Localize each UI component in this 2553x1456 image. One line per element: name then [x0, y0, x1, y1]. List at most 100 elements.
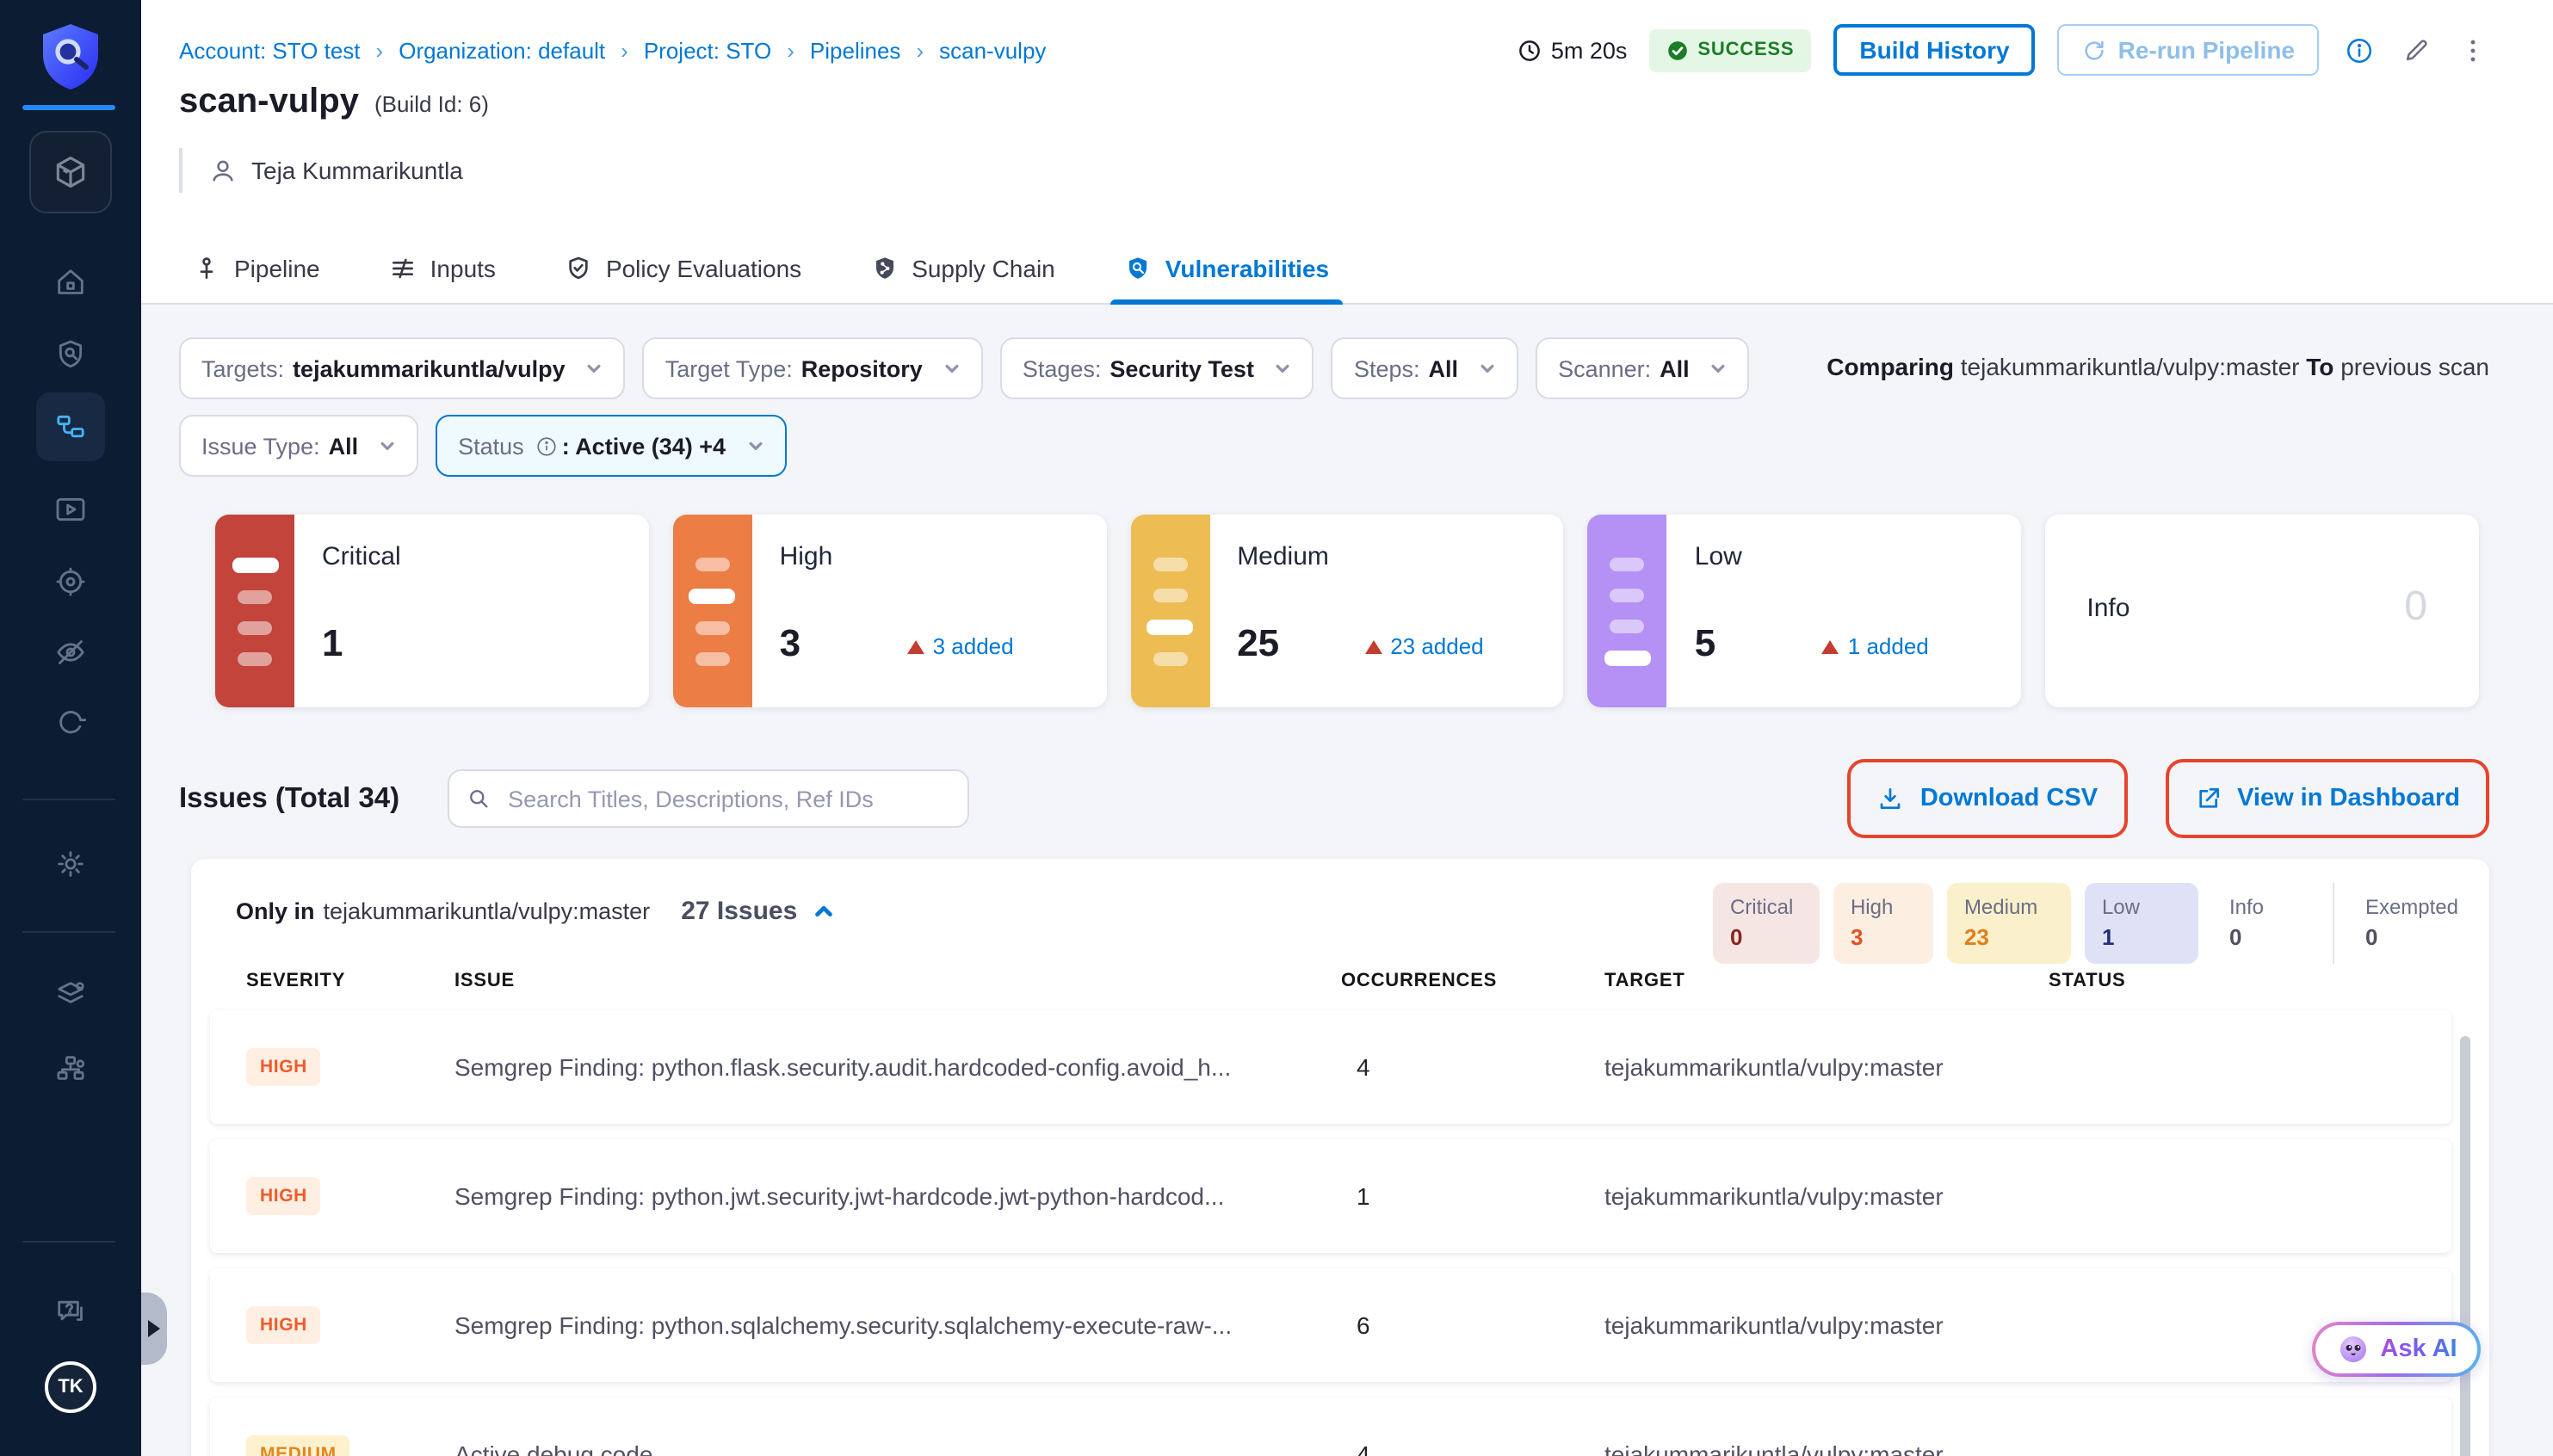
- issue-title[interactable]: Semgrep Finding: python.sqlalchemy.secur…: [454, 1311, 1341, 1339]
- severity-card-low[interactable]: Low 5 1 added: [1588, 515, 2022, 707]
- rerun-pipeline-button[interactable]: Re-run Pipeline: [2058, 24, 2319, 76]
- issues-total-heading: Issues (Total 34): [179, 782, 399, 815]
- breadcrumb-pipelines[interactable]: Pipelines: [810, 37, 939, 63]
- chip-info: Info0: [2212, 883, 2319, 964]
- severity-card-info[interactable]: Info 0: [2045, 515, 2479, 707]
- pencil-icon: [2401, 35, 2430, 65]
- search-icon: [467, 787, 491, 811]
- sidebar-item-home[interactable]: [36, 248, 105, 317]
- issue-title[interactable]: Active debug code: [454, 1441, 1341, 1456]
- sidebar-item-pipelines[interactable]: [36, 392, 105, 461]
- target-icon: [53, 565, 88, 599]
- chevron-up-icon[interactable]: [813, 900, 835, 922]
- kebab-menu-icon: [2457, 35, 2487, 65]
- logo-underline: [22, 105, 115, 110]
- breadcrumb-account[interactable]: Account: STO test: [179, 37, 399, 63]
- triangle-up-icon: [1822, 639, 1839, 653]
- tab-supply-chain[interactable]: Supply Chain: [870, 232, 1055, 305]
- filter-issue-type[interactable]: Issue Type:All: [179, 415, 418, 477]
- sidebar-item-project-settings[interactable]: [36, 960, 105, 1029]
- info-icon: [536, 435, 559, 457]
- issue-target: tejakummarikuntla/vulpy:master: [1604, 1441, 2049, 1456]
- sidebar-item-org-settings[interactable]: [36, 1034, 105, 1103]
- col-severity: SEVERITY: [246, 971, 454, 991]
- triangle-up-icon: [907, 639, 924, 653]
- build-duration: 5m 20s: [1517, 37, 1628, 63]
- sidebar-item-targets[interactable]: [36, 547, 105, 616]
- sidebar-divider: [22, 799, 115, 800]
- severity-card-medium[interactable]: Medium 25 23 added: [1130, 515, 1564, 707]
- chevron-down-icon: [586, 360, 603, 377]
- table-scrollbar[interactable]: [2460, 1036, 2470, 1456]
- filter-stages[interactable]: Stages:Security Test: [1000, 337, 1314, 399]
- view-in-dashboard-button[interactable]: View in Dashboard: [2165, 759, 2489, 838]
- more-options-button[interactable]: [2455, 33, 2489, 67]
- sidebar-item-settings[interactable]: [36, 830, 105, 898]
- sidebar-divider: [22, 931, 115, 933]
- pipeline-info-button[interactable]: [2341, 33, 2376, 67]
- col-target: TARGET: [1604, 971, 2049, 991]
- help-chat-icon: [53, 1294, 88, 1329]
- sto-shield-logo-icon[interactable]: [40, 22, 102, 91]
- sidebar-item-security-overview[interactable]: [36, 320, 105, 389]
- severity-card-high[interactable]: High 3 3 added: [673, 515, 1107, 707]
- sidebar-item-remediations[interactable]: [36, 688, 105, 757]
- chip-low: Low1: [2085, 883, 2198, 964]
- tab-bar: Pipeline Inputs Policy Evaluations Suppl…: [193, 232, 1329, 305]
- chevron-down-icon: [1275, 360, 1292, 377]
- sidebar-item-executions[interactable]: [36, 475, 105, 544]
- issue-row[interactable]: MEDIUM Active debug code 4 tejakummariku…: [210, 1397, 2451, 1456]
- chevron-down-icon: [1710, 360, 1728, 377]
- issue-title[interactable]: Semgrep Finding: python.jwt.security.jwt…: [454, 1182, 1341, 1210]
- tab-policy-evaluations[interactable]: Policy Evaluations: [565, 232, 801, 305]
- app-root: TK Account: STO test Organization: defau…: [0, 0, 2553, 1456]
- build-history-button[interactable]: Build History: [1833, 24, 2035, 76]
- layers-settings-icon: [53, 978, 88, 1012]
- breadcrumb-project[interactable]: Project: STO: [644, 37, 810, 63]
- build-id: (Build Id: 6): [374, 91, 489, 117]
- chevron-down-icon: [1479, 360, 1496, 377]
- issues-header: Issues (Total 34) Download CSV View in D…: [179, 759, 2489, 838]
- breadcrumb: Account: STO test Organization: default …: [179, 37, 1046, 63]
- issue-row[interactable]: HIGH Semgrep Finding: python.flask.secur…: [210, 1010, 2451, 1124]
- severity-badge: MEDIUM: [246, 1435, 350, 1456]
- triangle-up-icon: [1364, 639, 1382, 653]
- chip-critical: Critical0: [1713, 883, 1820, 964]
- shield-check-icon: [565, 255, 592, 282]
- severity-cards: Critical 1 High 3 3 added Medium 25 23 a…: [215, 515, 2479, 707]
- issue-row[interactable]: HIGH Semgrep Finding: python.jwt.securit…: [210, 1139, 2451, 1253]
- filter-scanner[interactable]: Scanner:All: [1536, 337, 1750, 399]
- edit-pipeline-button[interactable]: [2398, 33, 2432, 67]
- issues-search: [448, 769, 969, 828]
- sidebar-expand-handle[interactable]: [141, 1293, 167, 1365]
- page-title: scan-vulpy: [179, 83, 359, 122]
- chevron-down-icon: [943, 360, 961, 377]
- severity-card-critical[interactable]: Critical 1: [215, 515, 649, 707]
- issue-title[interactable]: Semgrep Finding: python.flask.security.a…: [454, 1053, 1341, 1081]
- tab-pipeline[interactable]: Pipeline: [193, 232, 320, 305]
- severity-badge: HIGH: [246, 1177, 321, 1215]
- sidebar-item-exemptions[interactable]: [36, 618, 105, 687]
- org-settings-icon: [53, 1052, 88, 1086]
- user-avatar[interactable]: TK: [45, 1361, 96, 1413]
- filter-steps[interactable]: Steps:All: [1332, 337, 1518, 399]
- low-severity-strip-icon: [1588, 515, 1667, 707]
- filter-status[interactable]: Status Active (34) +4: [436, 415, 786, 477]
- filter-target-type[interactable]: Target Type:Repository: [643, 337, 983, 399]
- sidebar-item-help[interactable]: [36, 1277, 105, 1346]
- col-issue: ISSUE: [454, 971, 1341, 991]
- expand-arrow-icon: [148, 1320, 160, 1337]
- sidebar-divider: [22, 1241, 115, 1243]
- breadcrumb-organization[interactable]: Organization: default: [399, 37, 644, 63]
- search-input[interactable]: [504, 784, 950, 813]
- issue-target: tejakummarikuntla/vulpy:master: [1604, 1311, 2049, 1339]
- download-csv-button[interactable]: Download CSV: [1848, 759, 2127, 838]
- tab-inputs[interactable]: Inputs: [389, 232, 496, 305]
- severity-badge: HIGH: [246, 1048, 321, 1086]
- ask-ai-button[interactable]: Ask AI: [2312, 1322, 2481, 1377]
- filter-targets[interactable]: Targets:tejakummarikuntla/vulpy: [179, 337, 626, 399]
- chip-divider: [2333, 883, 2334, 964]
- issue-row[interactable]: HIGH Semgrep Finding: python.sqlalchemy.…: [210, 1268, 2451, 1382]
- module-switcher-button[interactable]: [29, 131, 112, 213]
- tab-vulnerabilities[interactable]: Vulnerabilities: [1124, 232, 1329, 305]
